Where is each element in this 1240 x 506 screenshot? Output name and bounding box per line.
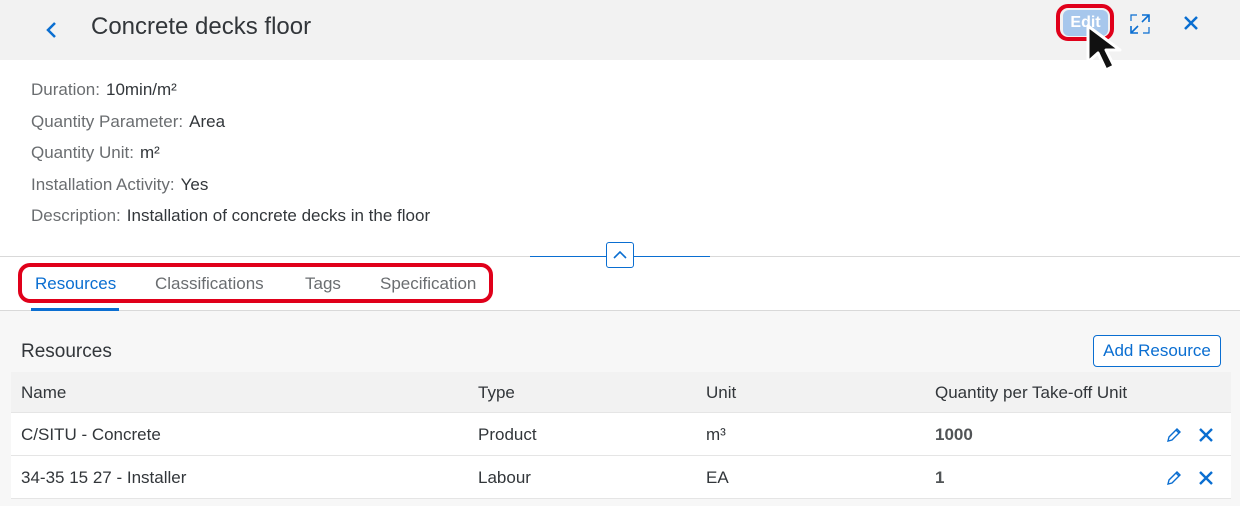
resource-quantity: 1000 <box>935 425 973 444</box>
details-panel <box>0 60 1240 257</box>
column-header-quantity[interactable]: Quantity per Take-off Unit <box>935 383 1127 403</box>
quantity-parameter-label: Quantity Parameter: <box>31 112 184 131</box>
tabs-highlight <box>18 263 493 303</box>
mouse-pointer-icon <box>1082 22 1134 76</box>
pencil-icon[interactable] <box>1165 426 1183 444</box>
resource-name: 34-35 15 27 - Installer <box>21 468 187 487</box>
description-value: Installation of concrete decks in the fl… <box>126 206 431 225</box>
resources-section-title: Resources <box>21 341 112 362</box>
table-row[interactable]: 34-35 15 27 - Installer Labour EA 1 <box>11 456 1231 499</box>
installation-activity-label: Installation Activity: <box>31 175 175 194</box>
resource-type: Product <box>478 425 537 444</box>
quantity-unit-value: m² <box>140 143 160 162</box>
chevron-up-icon <box>613 250 627 259</box>
column-header-type[interactable]: Type <box>478 383 515 403</box>
installation-activity-value: Yes <box>180 175 209 194</box>
duration-value: 10min/m² <box>105 80 177 99</box>
column-header-name[interactable]: Name <box>21 383 66 403</box>
page-header: Concrete decks floor Edit <box>0 0 1240 60</box>
resources-table: Name Type Unit Quantity per Take-off Uni… <box>11 372 1231 499</box>
active-tab-indicator <box>31 308 119 311</box>
close-icon[interactable] <box>1180 12 1202 34</box>
resource-unit: EA <box>706 468 729 487</box>
delete-x-icon[interactable] <box>1198 427 1214 443</box>
description-field: Description: Installation of concrete dec… <box>31 206 430 226</box>
resource-quantity: 1 <box>935 468 945 487</box>
quantity-parameter-field: Quantity Parameter: Area <box>31 112 225 132</box>
duration-field: Duration: 10min/m² <box>31 80 177 100</box>
add-resource-button[interactable]: Add Resource <box>1093 335 1221 367</box>
delete-x-icon[interactable] <box>1198 470 1214 486</box>
page-title: Concrete decks floor <box>91 13 312 40</box>
collapse-header-button[interactable] <box>606 242 634 268</box>
duration-label: Duration: <box>31 80 100 99</box>
resource-type: Labour <box>478 468 531 487</box>
pencil-icon[interactable] <box>1165 469 1183 487</box>
resource-name: C/SITU - Concrete <box>21 425 161 444</box>
description-label: Description: <box>31 206 121 225</box>
quantity-parameter-value: Area <box>189 112 226 131</box>
installation-activity-field: Installation Activity: Yes <box>31 175 208 195</box>
column-header-unit[interactable]: Unit <box>706 383 736 403</box>
resource-unit: m³ <box>706 425 726 444</box>
quantity-unit-label: Quantity Unit: <box>31 143 134 162</box>
table-header: Name Type Unit Quantity per Take-off Uni… <box>11 372 1231 413</box>
quantity-unit-field: Quantity Unit: m² <box>31 143 160 163</box>
table-row[interactable]: C/SITU - Concrete Product m³ 1000 <box>11 413 1231 456</box>
chevron-left-icon[interactable] <box>38 16 66 44</box>
